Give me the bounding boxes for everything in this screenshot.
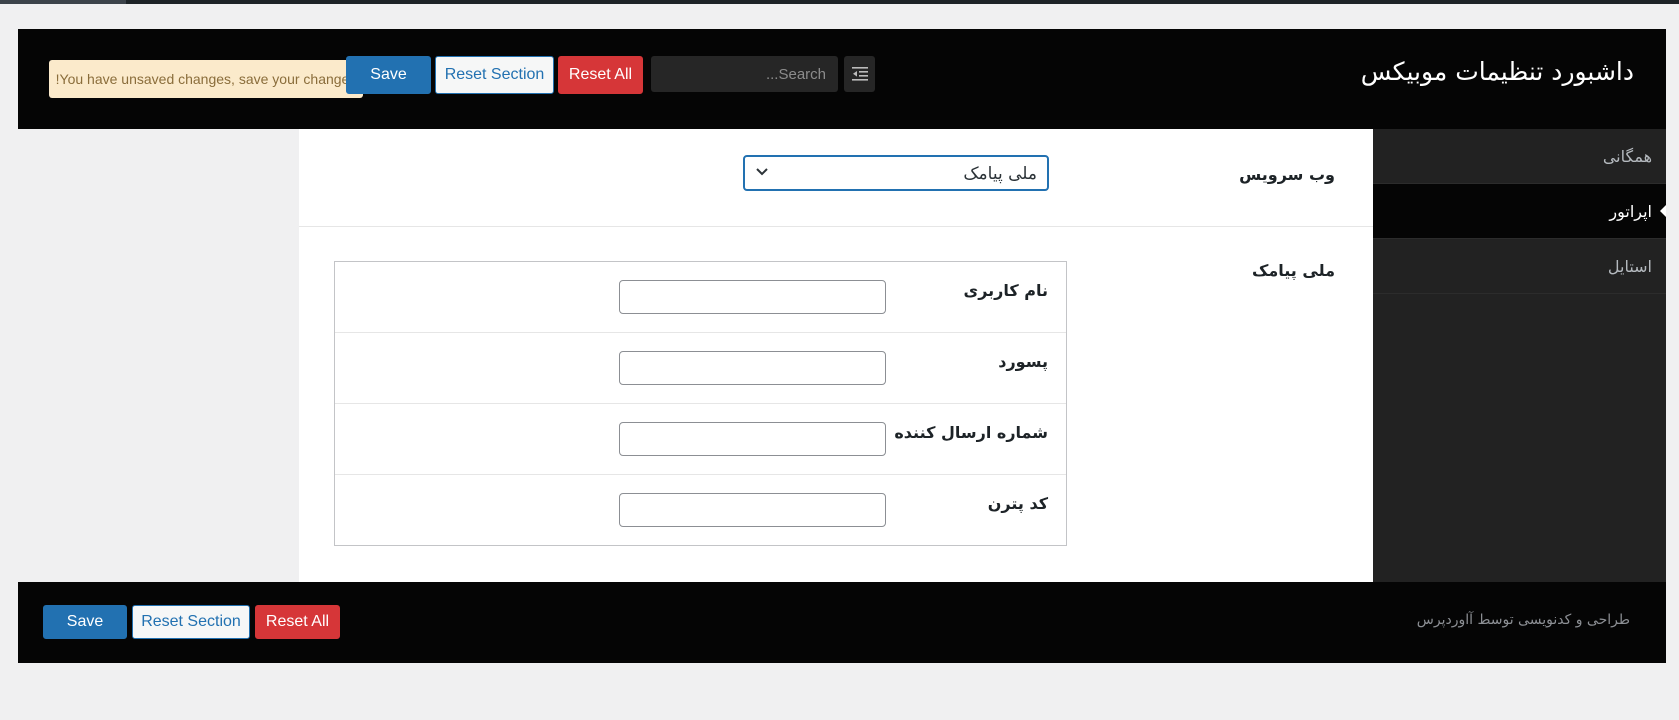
sidebar-item-style[interactable]: استایل [1373,239,1666,294]
field-row-pattern-code: کد پترن [335,475,1066,546]
sidebar-item-label: استایل [1607,256,1652,276]
settings-panel: !You have unsaved changes, save your cha… [18,29,1666,711]
page-title: داشبورد تنظیمات موبیکس [1360,57,1634,86]
pattern-code-label: کد پترن [987,494,1048,513]
password-field[interactable] [619,351,886,385]
caret-left-icon [1660,205,1666,217]
sidebar-item-label: همگانی [1602,146,1652,166]
expand-toggle-button[interactable] [844,56,875,92]
field-row-sender-number: شماره ارسال کننده [335,404,1066,475]
footer-reset-all-button[interactable]: Reset All [255,605,340,639]
sidebar-item-operator[interactable]: اپراتور [1373,184,1666,239]
sidebar-nav: همگانی اپراتور استایل [1373,129,1666,589]
group-label: ملی پیامک [1251,261,1335,280]
panel-header: !You have unsaved changes, save your cha… [18,29,1666,129]
unsaved-changes-notice: !You have unsaved changes, save your cha… [49,60,363,98]
password-label: پسورد [998,352,1048,371]
sender-number-field[interactable] [619,422,886,456]
row-divider [299,226,1373,227]
username-label: نام کاربری [963,281,1048,300]
reset-all-button[interactable]: Reset All [558,56,643,94]
indent-list-icon [851,67,868,81]
footer-credit: طراحی و کدنویسی توسط آاوردپرس [1416,612,1630,628]
sender-number-label: شماره ارسال کننده [894,423,1048,442]
field-row-username: نام کاربری [335,262,1066,333]
sidebar-item-general[interactable]: همگانی [1373,129,1666,184]
save-button[interactable]: Save [346,56,431,94]
admin-top-bar [0,0,1679,4]
main-content: وب سرویس ملی پیامک ملی پیامک نام کاربری … [299,129,1373,623]
webservice-select[interactable]: ملی پیامک [743,155,1049,191]
admin-top-bar-segment [0,0,126,4]
footer-save-button[interactable]: Save [43,605,127,639]
username-field[interactable] [619,280,886,314]
search-input[interactable] [651,56,838,92]
pattern-code-field[interactable] [619,493,886,527]
sidebar-item-label: اپراتور [1609,201,1652,221]
credentials-fieldset: نام کاربری پسورد شماره ارسال کننده کد پت… [334,261,1067,546]
chevron-down-icon [756,168,768,176]
panel-footer: Save Reset Section Reset All طراحی و کدن… [18,582,1666,663]
field-row-password: پسورد [335,333,1066,404]
webservice-select-value: ملی پیامک [963,164,1037,184]
reset-section-button[interactable]: Reset Section [435,56,554,94]
footer-reset-section-button[interactable]: Reset Section [132,605,250,639]
webservice-label: وب سرویس [1239,165,1335,184]
